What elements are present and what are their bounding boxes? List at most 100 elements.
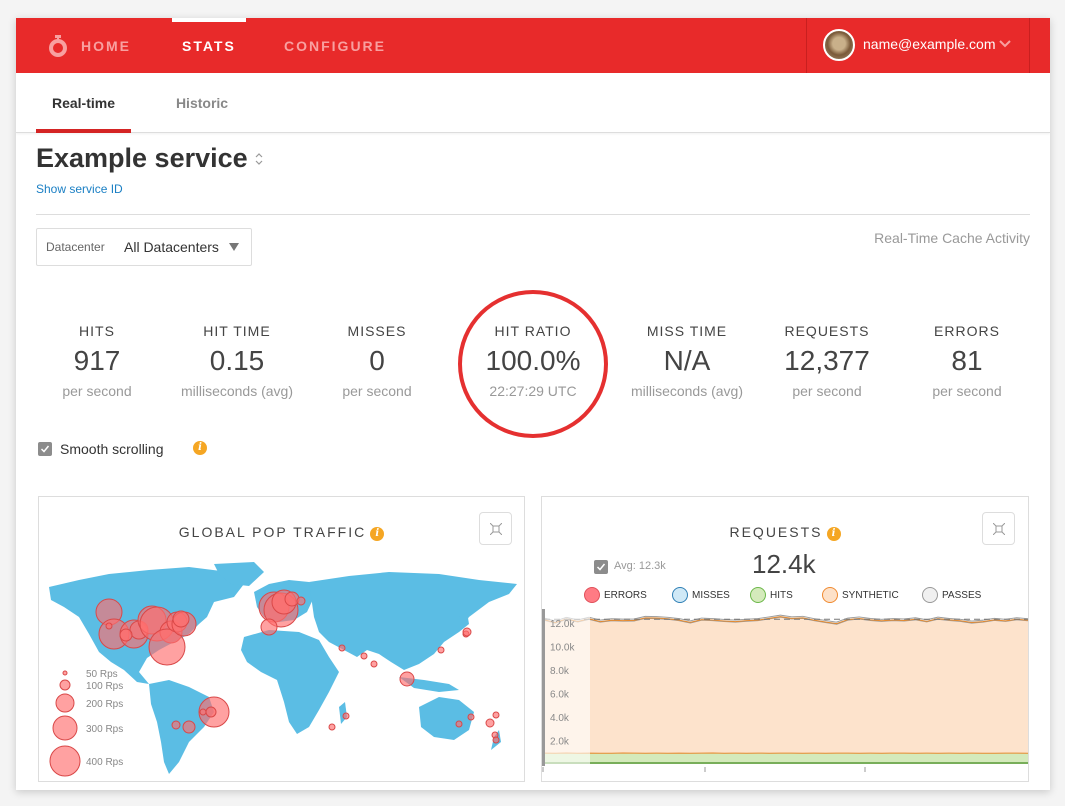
stat-unit: per second: [932, 383, 1002, 399]
info-icon[interactable]: i: [826, 527, 841, 541]
legend-bubble: [55, 693, 75, 713]
stat-errors: ERRORS 81 per second: [892, 323, 1042, 399]
stat-value: N/A: [663, 345, 711, 376]
legend-label: 300 Rps: [86, 724, 123, 735]
legend-bubble: [52, 715, 78, 741]
top-nav: HOME STATS CONFIGURE name@example.com: [16, 18, 1050, 73]
stat-hit-ratio: HIT RATIO 100.0% 22:27:29 UTC: [458, 323, 608, 399]
stat-unit: per second: [342, 383, 412, 399]
chevron-down-icon: [999, 40, 1011, 48]
pop-bubble[interactable]: [342, 712, 350, 720]
legend-swatch: [672, 587, 688, 603]
expand-map-button[interactable]: [479, 512, 512, 545]
average-checkbox[interactable]: [594, 560, 608, 574]
stat-label: MISSES: [347, 323, 407, 339]
nav-configure[interactable]: CONFIGURE: [284, 18, 386, 73]
legend-label: MISSES: [692, 590, 730, 601]
y-tick-label: 10.0k: [550, 642, 575, 653]
y-tick-label: 12.0k: [550, 619, 575, 630]
stat-hit-time: HIT TIME 0.15 milliseconds (avg): [162, 323, 312, 399]
sort-toggle-icon[interactable]: [254, 152, 264, 166]
area-synthetic: [544, 616, 1028, 754]
y-tick-label: 4.0k: [550, 713, 570, 724]
pop-bubble[interactable]: [328, 723, 336, 731]
stat-value: 81: [951, 345, 983, 376]
legend-swatch: [750, 587, 766, 603]
pop-bubble[interactable]: [284, 591, 300, 607]
legend-swatch: [822, 587, 838, 603]
stat-misses: MISSES 0 per second: [302, 323, 452, 399]
pop-bubble[interactable]: [119, 628, 133, 642]
app-window: HOME STATS CONFIGURE name@example.com Re…: [16, 18, 1050, 790]
requests-panel: REQUESTS i Avg: 12.3k 12.4k ERRORS MISSES H…: [541, 496, 1029, 782]
stat-requests: REQUESTS 12,377 per second: [752, 323, 902, 399]
datacenter-select[interactable]: Datacenter All Datacenters: [36, 228, 252, 266]
requests-panel-title: REQUESTS: [729, 524, 823, 540]
requests-area-chart[interactable]: 2.0k 4.0k 6.0k 8.0k 10.0k 12.0k: [542, 609, 1028, 781]
stat-label: HIT RATIO: [494, 323, 572, 339]
legend-swatch: [922, 587, 938, 603]
pop-bubble[interactable]: [485, 718, 495, 728]
stat-label: ERRORS: [934, 323, 1000, 339]
pop-bubble[interactable]: [296, 596, 306, 606]
caret-down-icon: [229, 243, 239, 251]
user-avatar: [823, 29, 855, 61]
info-icon[interactable]: i: [370, 527, 385, 541]
expand-requests-button[interactable]: [982, 512, 1015, 545]
world-map[interactable]: 50 Rps100 Rps 200 Rps 300 Rps 400 Rps: [39, 562, 524, 782]
legend-label: SYNTHETIC: [842, 590, 899, 601]
pop-bubble[interactable]: [172, 610, 190, 628]
legend-label: 100 Rps: [86, 681, 123, 692]
stat-unit: 22:27:29 UTC: [489, 383, 577, 399]
divider: [36, 214, 1030, 215]
panel-title-wrap: REQUESTS i: [542, 524, 1028, 541]
pop-bubble[interactable]: [105, 622, 113, 630]
page-title: Example service: [36, 143, 248, 173]
requests-current-value: 12.4k: [752, 549, 816, 579]
pop-bubble[interactable]: [360, 652, 368, 660]
pop-bubble[interactable]: [437, 646, 445, 654]
stat-label: HIT TIME: [203, 323, 271, 339]
pop-bubble[interactable]: [370, 660, 378, 668]
pop-bubble[interactable]: [399, 671, 415, 687]
user-menu[interactable]: name@example.com: [806, 18, 1030, 73]
pop-bubble[interactable]: [462, 627, 472, 637]
stat-hits: HITS 917 per second: [22, 323, 172, 399]
tab-real-time[interactable]: Real-time: [36, 73, 131, 133]
user-email: name@example.com: [863, 36, 996, 52]
pop-bubble[interactable]: [260, 618, 278, 636]
pop-bubble[interactable]: [171, 720, 181, 730]
pop-bubble[interactable]: [492, 711, 500, 719]
pop-bubble[interactable]: [199, 708, 207, 716]
stopwatch-icon[interactable]: [48, 35, 68, 57]
average-label: Avg: 12.3k: [614, 560, 666, 572]
checkmark-icon: [40, 445, 50, 453]
stat-value: 100.0%: [485, 345, 581, 376]
y-axis: [542, 609, 545, 766]
legend-bubble: [59, 679, 71, 691]
show-service-id-link[interactable]: Show service ID: [36, 182, 123, 196]
legend-label: 400 Rps: [86, 757, 123, 768]
pop-bubble[interactable]: [205, 706, 217, 718]
nav-stats[interactable]: STATS: [172, 18, 246, 73]
pop-bubble[interactable]: [338, 644, 346, 652]
smooth-scrolling-checkbox[interactable]: [38, 442, 52, 456]
pop-bubble[interactable]: [492, 736, 500, 744]
nav-home[interactable]: HOME: [81, 18, 131, 73]
map-panel-title: GLOBAL POP TRAFFIC: [178, 524, 367, 540]
pop-bubble[interactable]: [467, 713, 475, 721]
cache-activity-title: Real-Time Cache Activity: [874, 230, 1030, 246]
pop-bubble[interactable]: [455, 720, 463, 728]
stat-unit: per second: [62, 383, 132, 399]
subtab-bar: Real-time Historic: [16, 73, 1050, 133]
expand-icon: [993, 523, 1005, 535]
legend-label: 200 Rps: [86, 699, 123, 710]
tab-historic[interactable]: Historic: [156, 73, 248, 132]
legend-bubble: [62, 670, 68, 676]
pop-bubble[interactable]: [182, 720, 196, 734]
expand-icon: [490, 523, 502, 535]
y-tick-label: 2.0k: [550, 736, 570, 747]
y-tick-label: 8.0k: [550, 666, 570, 677]
legend-label: HITS: [770, 590, 793, 601]
info-icon[interactable]: i: [193, 441, 207, 455]
